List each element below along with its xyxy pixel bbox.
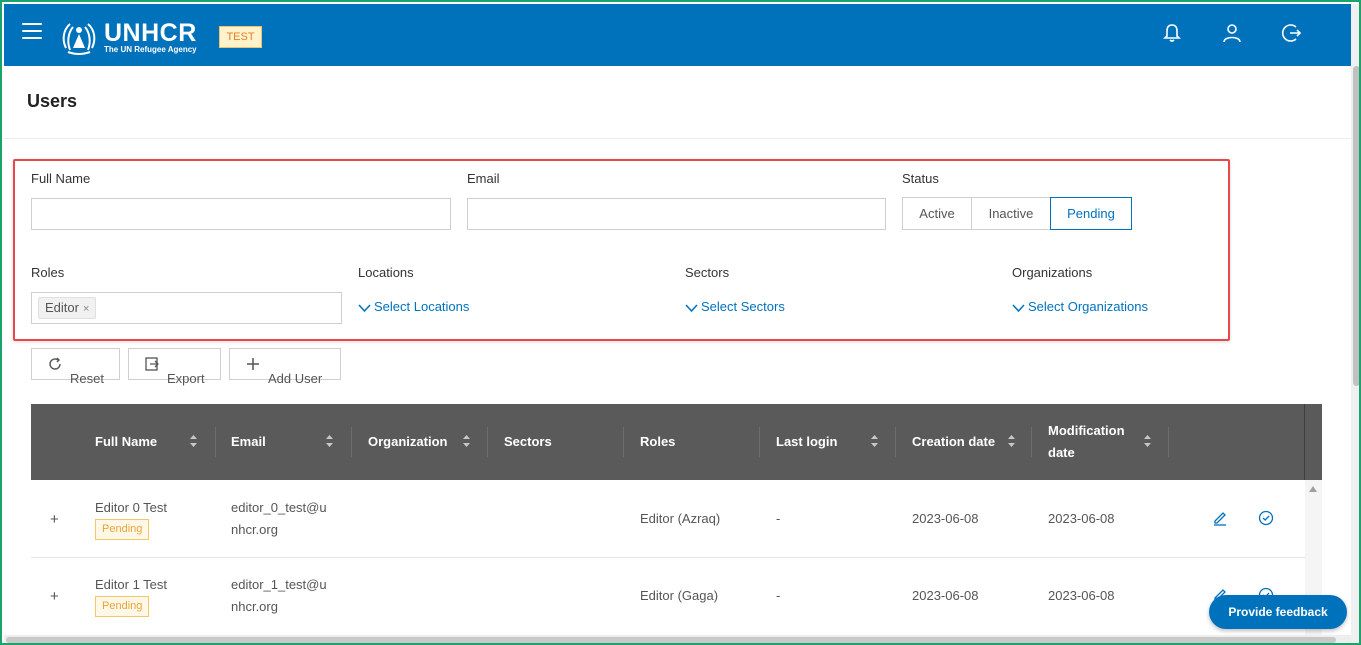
environment-badge: TEST [219,26,262,48]
organizations-label: Organizations [1012,265,1093,280]
page-title: Users [27,91,78,111]
refresh-icon [49,357,61,370]
status-badge: Pending [95,596,150,617]
user-icon[interactable] [1221,22,1243,44]
column-separator [351,427,352,457]
select-sectors-link[interactable]: Select Sectors [685,299,785,314]
chevron-down-icon [358,304,371,313]
chevron-down-icon [1012,304,1025,313]
add-user-button[interactable]: Add User [229,348,341,386]
role-tag-label: Editor [45,300,79,315]
column-separator [895,427,896,457]
row-roles: Editor (Gaga) [640,588,719,603]
select-organizations-label: Select Organizations [1028,299,1148,314]
roles-multiselect[interactable]: Editor × [31,292,342,324]
row-full-name: Editor 1 Test [95,577,168,592]
column-header-full-name[interactable]: Full Name [95,434,157,449]
sort-icon[interactable] [1007,434,1016,448]
row-email-line: editor_1_test@u [231,577,327,592]
roles-label: Roles [31,265,65,280]
row-creation-date: 2023-06-08 [912,511,979,526]
column-header-roles: Roles [640,434,676,449]
row-modification-date: 2023-06-08 [1048,588,1115,603]
sort-icon[interactable] [462,434,471,448]
column-header-last-login[interactable]: Last login [776,434,837,449]
export-icon [145,357,159,371]
reset-button[interactable]: Reset [31,348,120,386]
row-email-line: editor_0_test@u [231,500,327,515]
row-last-login: - [776,588,781,603]
chevron-down-icon [685,304,698,313]
status-option-active[interactable]: Active [902,197,972,230]
page-scrollbar-thumb[interactable] [1353,66,1359,386]
row-expand-button[interactable]: + [50,588,59,605]
plus-icon [247,358,259,370]
locations-label: Locations [358,265,414,280]
row-divider [31,557,1305,558]
top-bar: UNHCR The UN Refugee Agency TEST [4,4,1351,66]
scroll-up-arrow-icon[interactable] [1308,485,1318,493]
select-sectors-label: Select Sectors [701,299,785,314]
approve-icon[interactable] [1258,510,1274,526]
horizontal-scrollbar-thumb[interactable] [6,637,1336,643]
row-modification-date: 2023-06-08 [1048,511,1115,526]
column-header-line: date [1048,445,1075,460]
column-separator [759,427,760,457]
select-locations-label: Select Locations [374,299,470,314]
row-email-line: nhcr.org [231,599,278,614]
title-divider [4,138,1351,139]
column-header-sectors: Sectors [504,434,552,449]
row-expand-button[interactable]: + [50,511,59,528]
brand-name: UNHCR [104,19,197,47]
full-name-label: Full Name [31,171,91,186]
export-button[interactable]: Export [128,348,221,386]
sort-icon[interactable] [189,434,198,448]
select-locations-link[interactable]: Select Locations [358,299,469,314]
sort-icon[interactable] [1143,434,1152,448]
export-label: Export [167,371,205,386]
header-end-divider [1304,404,1305,480]
row-full-name: Editor 0 Test [95,500,168,515]
brand-subtitle: The UN Refugee Agency [104,45,197,54]
status-option-pending[interactable]: Pending [1050,197,1132,230]
column-header-line: Modification [1048,423,1125,438]
reset-label: Reset [70,371,104,386]
column-header-email[interactable]: Email [231,434,266,449]
row-creation-date: 2023-06-08 [912,588,979,603]
select-organizations-link[interactable]: Select Organizations [1012,299,1148,314]
bell-icon[interactable] [1161,22,1183,44]
column-separator [487,427,488,457]
status-label: Status [902,171,939,186]
email-input[interactable] [467,198,886,230]
full-name-input[interactable] [31,198,451,230]
column-header-modification-date[interactable]: Modification date [1048,423,1125,460]
column-separator [1031,427,1032,457]
add-user-label: Add User [268,371,323,386]
app-frame: UNHCR The UN Refugee Agency TEST Users F… [0,0,1361,645]
column-header-organization[interactable]: Organization [368,434,447,449]
edit-icon[interactable] [1212,510,1228,526]
role-tag: Editor × [38,297,97,319]
menu-icon[interactable] [22,23,42,41]
table-header [31,404,1322,480]
email-label: Email [467,171,500,186]
provide-feedback-button[interactable]: Provide feedback [1209,595,1347,629]
row-roles: Editor (Azraq) [640,511,721,526]
column-separator [1168,427,1169,457]
sort-icon[interactable] [870,434,879,448]
sort-icon[interactable] [325,434,334,448]
remove-tag-icon[interactable]: × [83,303,89,315]
row-last-login: - [776,511,781,526]
status-badge: Pending [95,519,150,540]
sectors-label: Sectors [685,265,730,280]
column-header-creation-date[interactable]: Creation date [912,434,995,449]
row-email-line: nhcr.org [231,522,278,537]
column-separator [215,427,216,457]
unhcr-logo-icon [62,23,96,55]
logout-icon[interactable] [1281,22,1303,44]
status-option-inactive[interactable]: Inactive [971,197,1051,230]
column-separator [623,427,624,457]
